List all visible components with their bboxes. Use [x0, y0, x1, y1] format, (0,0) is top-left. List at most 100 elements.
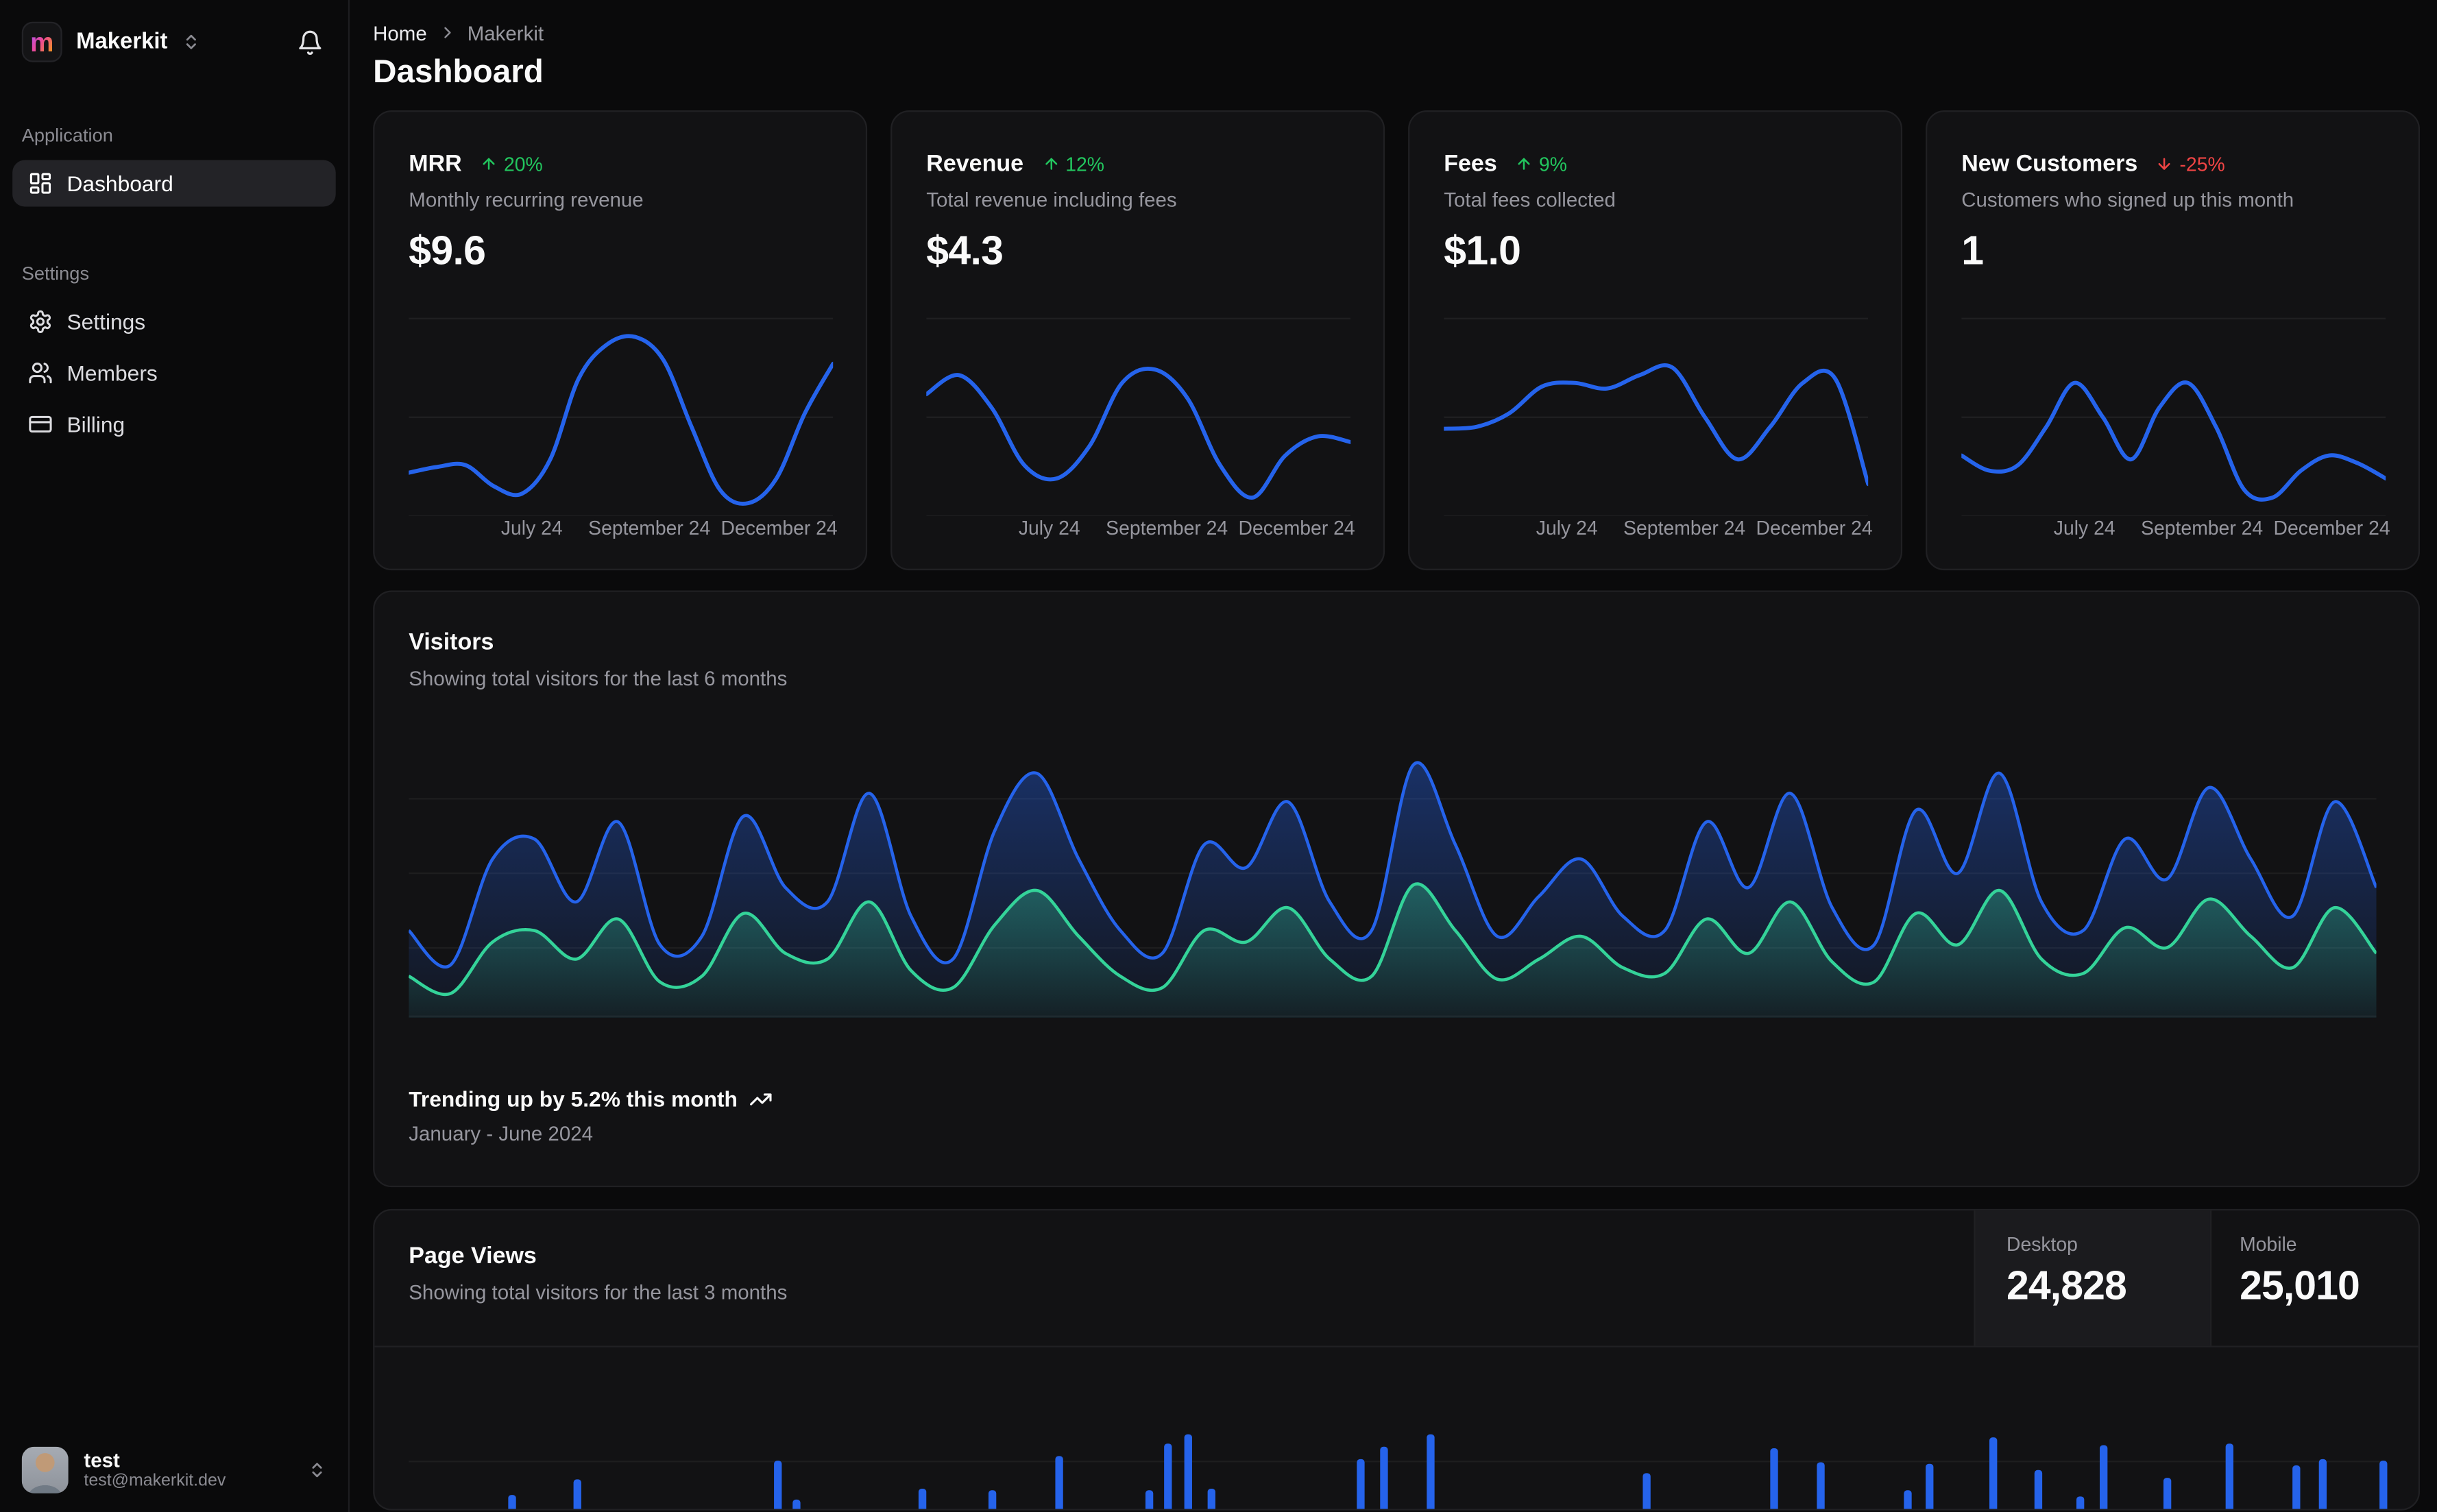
user-meta: test test@makerkit.dev: [84, 1448, 226, 1492]
sidebar-item-label: Members: [66, 360, 158, 386]
x-label: July 24: [2053, 517, 2115, 539]
bar: [1817, 1462, 1825, 1509]
bar: [2318, 1459, 2327, 1509]
app-viewport: m Makerkit Application Dashboard Setting…: [0, 0, 2437, 1512]
visitors-title: Visitors: [409, 629, 494, 656]
gear-icon: [29, 310, 51, 333]
stat-description: Total revenue including fees: [926, 188, 1177, 212]
sidebar-section-application: Application: [21, 124, 113, 147]
credit-card-icon: [29, 415, 52, 433]
bar: [1145, 1490, 1154, 1509]
chevron-right-icon: [444, 27, 450, 38]
bell-icon: [299, 29, 322, 54]
stat-cards-row: MRR 20% Monthly recurring revenue $9.6 J…: [373, 110, 2421, 571]
x-label: September 24: [588, 517, 711, 539]
page-views-card: Page Views Showing total visitors for th…: [373, 1208, 2421, 1511]
sidebar-item-label: Dashboard: [66, 171, 173, 196]
bar: [1184, 1434, 1192, 1509]
bar: [1380, 1446, 1388, 1509]
gridline: [409, 1461, 2386, 1463]
sparkline-x-labels: July 24 September 24 December 24: [409, 517, 838, 542]
sidebar-header: m Makerkit: [21, 21, 327, 62]
breadcrumb: Home Makerkit: [373, 20, 2420, 45]
bar: [1164, 1443, 1172, 1509]
workspace-selector[interactable]: m Makerkit: [21, 21, 200, 62]
bar: [1055, 1456, 1063, 1509]
user-menu[interactable]: test test@makerkit.dev: [21, 1446, 326, 1493]
layout-dashboard-icon: [29, 173, 51, 194]
x-label: September 24: [1623, 517, 1746, 539]
logo-letter: m: [30, 27, 54, 57]
bar: [918, 1488, 927, 1509]
bar: [1642, 1473, 1651, 1509]
stat-value: $4.3: [926, 227, 1004, 274]
sparkline-chart: [409, 317, 834, 516]
bar: [988, 1490, 997, 1509]
trend-percent: 9%: [1539, 153, 1567, 175]
breadcrumb-home[interactable]: Home: [373, 21, 427, 45]
visitors-card: Visitors Showing total visitors for the …: [373, 590, 2421, 1188]
arrow-down-icon: [2159, 158, 2171, 170]
page-views-description: Showing total visitors for the last 3 mo…: [409, 1280, 788, 1304]
stat-title: Revenue: [926, 150, 1024, 178]
bar: [1904, 1490, 1912, 1509]
sidebar-item-members[interactable]: Members: [12, 350, 336, 396]
visitors-description: Showing total visitors for the last 6 mo…: [409, 666, 788, 690]
trend-badge: -25%: [2156, 153, 2225, 175]
breadcrumb-makerkit[interactable]: Makerkit: [468, 21, 544, 45]
chevrons-up-down-icon: [312, 1463, 322, 1478]
user-email: test@makerkit.dev: [84, 1472, 226, 1491]
page-views-title: Page Views: [409, 1243, 537, 1270]
toggle-desktop-label: Desktop: [2006, 1234, 2078, 1256]
stat-card-revenue: Revenue 12% Total revenue including fees…: [890, 110, 1385, 571]
x-label: December 24: [1238, 517, 1355, 539]
trending-up-icon: [749, 1093, 771, 1105]
sparkline-chart: [1961, 317, 2386, 516]
bar: [573, 1479, 581, 1509]
arrow-up-icon: [1518, 158, 1530, 170]
toggle-desktop[interactable]: Desktop 24,828: [1974, 1210, 2210, 1346]
visitors-trend-text: Trending up by 5.2% this month: [409, 1086, 738, 1112]
toggle-mobile[interactable]: Mobile 25,010: [2209, 1210, 2418, 1346]
stat-value: $1.0: [1444, 227, 1521, 274]
trend-badge: 9%: [1516, 153, 1567, 175]
x-label: July 24: [500, 517, 563, 539]
bar: [2100, 1445, 2108, 1509]
stat-value: 1: [1961, 227, 1984, 274]
x-label: July 24: [1536, 517, 1598, 539]
bar: [1427, 1434, 1435, 1509]
stat-value: $9.6: [409, 227, 486, 274]
sidebar-item-billing[interactable]: Billing: [12, 401, 336, 448]
bar: [1926, 1463, 1934, 1509]
x-label: July 24: [1018, 517, 1080, 539]
bar: [1989, 1437, 1998, 1509]
x-label: December 24: [720, 517, 838, 539]
sparkline-chart: [1444, 317, 1869, 516]
page-title: Dashboard: [373, 54, 544, 90]
sidebar-item-settings[interactable]: Settings: [12, 298, 336, 345]
bar: [2163, 1478, 2172, 1509]
sidebar-section-settings: Settings: [21, 263, 90, 284]
bar: [1207, 1488, 1215, 1509]
stat-title: MRR: [409, 150, 462, 178]
stat-description: Total fees collected: [1444, 188, 1616, 212]
trend-percent: 20%: [503, 153, 543, 175]
stat-description: Customers who signed up this month: [1961, 188, 2294, 212]
x-label: September 24: [1106, 517, 1228, 539]
bar: [2379, 1461, 2388, 1509]
stat-description: Monthly recurring revenue: [409, 188, 644, 212]
page-views-bar-chart: [409, 1345, 2388, 1509]
users-icon: [29, 363, 52, 384]
arrow-up-icon: [1045, 158, 1057, 170]
bar: [2225, 1443, 2233, 1509]
sidebar: m Makerkit Application Dashboard Setting…: [0, 0, 350, 1512]
trend-percent: 12%: [1065, 153, 1105, 175]
bar: [774, 1461, 782, 1509]
makerkit-dashboard: m Makerkit Application Dashboard Setting…: [0, 0, 2437, 1512]
toggle-mobile-label: Mobile: [2240, 1234, 2297, 1256]
sidebar-item-dashboard[interactable]: Dashboard: [12, 160, 336, 207]
notifications-button[interactable]: [294, 25, 327, 58]
page-views-header: Page Views Showing total visitors for th…: [374, 1210, 2418, 1348]
x-label: September 24: [2141, 517, 2264, 539]
trend-badge: 12%: [1042, 153, 1104, 175]
